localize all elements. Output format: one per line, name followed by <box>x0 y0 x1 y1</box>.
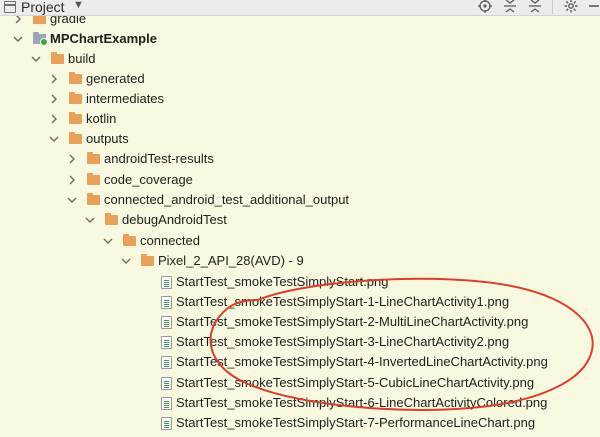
folder-icon <box>105 213 118 225</box>
collapse-all-icon[interactable] <box>527 0 543 14</box>
chevron-right-icon[interactable] <box>49 113 59 125</box>
toolbar-separator <box>552 0 553 14</box>
tree-item-connected[interactable]: connected <box>0 231 600 251</box>
image-file-icon <box>161 316 172 329</box>
folder-icon <box>87 193 100 205</box>
folder-icon <box>123 234 136 246</box>
minimize-icon[interactable] <box>586 0 600 14</box>
folder-icon <box>69 92 82 104</box>
image-file-icon <box>161 296 172 309</box>
tree-item-androidtest-results[interactable]: androidTest-results <box>0 149 600 169</box>
tree-item-build[interactable]: build <box>0 49 600 69</box>
tree-item-label: StartTest_smokeTestSimplyStart-5-CubicLi… <box>176 375 535 390</box>
image-file-icon <box>161 377 172 390</box>
expand-all-icon[interactable] <box>502 0 518 14</box>
chevron-right-icon[interactable] <box>67 174 77 186</box>
folder-icon <box>87 152 100 164</box>
view-selector-caret[interactable]: ▼ <box>73 0 84 11</box>
chevron-right-icon[interactable] <box>49 93 59 105</box>
tree-item-file[interactable]: StartTest_smokeTestSimplyStart-5-CubicLi… <box>0 373 600 393</box>
tree-item-label: outputs <box>86 131 129 146</box>
chevron-down-icon[interactable] <box>67 194 77 206</box>
chevron-down-icon[interactable] <box>31 53 41 65</box>
tree-item-file[interactable]: StartTest_smokeTestSimplyStart-1-LineCha… <box>0 292 600 312</box>
project-view-icon <box>4 1 16 13</box>
image-file-icon <box>161 356 172 369</box>
tree-item-file[interactable]: StartTest_smokeTestSimplyStart-2-MultiLi… <box>0 312 600 332</box>
chevron-down-icon[interactable] <box>121 255 131 267</box>
tree-item-code-coverage[interactable]: code_coverage <box>0 170 600 190</box>
tree-item-file[interactable]: StartTest_smokeTestSimplyStart-7-Perform… <box>0 413 600 433</box>
folder-icon <box>69 132 82 144</box>
tree-item-file[interactable]: StartTest_smokeTestSimplyStart-3-LineCha… <box>0 332 600 352</box>
folder-icon <box>69 72 82 84</box>
folder-icon <box>141 254 154 266</box>
chevron-down-icon[interactable] <box>13 33 23 45</box>
tree-item-mpchartexample[interactable]: MPChartExample <box>0 29 600 49</box>
tree-item-label: StartTest_smokeTestSimplyStart.png <box>176 274 389 289</box>
tree-item-label: StartTest_smokeTestSimplyStart-6-LineCha… <box>176 395 548 410</box>
tree-item-kotlin[interactable]: kotlin <box>0 109 600 129</box>
tree-item-label: StartTest_smokeTestSimplyStart-1-LineCha… <box>176 294 510 309</box>
chevron-right-icon[interactable] <box>49 73 59 85</box>
image-file-icon <box>161 276 172 289</box>
tree-item-label: androidTest-results <box>104 151 214 166</box>
tree-item-label: StartTest_smokeTestSimplyStart-4-Inverte… <box>176 354 548 369</box>
tree-item-outputs[interactable]: outputs <box>0 129 600 149</box>
folder-icon <box>87 173 100 185</box>
folder-icon <box>51 52 64 64</box>
tree-item-label: debugAndroidTest <box>122 212 227 227</box>
tree-item-label: MPChartExample <box>50 31 157 46</box>
tree-item-connected-android-test-additional-output[interactable]: connected_android_test_additional_output <box>0 190 600 210</box>
locate-icon[interactable] <box>477 0 493 14</box>
tree-item-label: build <box>68 51 96 66</box>
tree-item-label: code_coverage <box>104 172 193 187</box>
chevron-right-icon[interactable] <box>67 153 77 165</box>
chevron-down-icon[interactable] <box>49 133 59 145</box>
tree-item-debugandroidtest[interactable]: debugAndroidTest <box>0 210 600 230</box>
tree-item-file[interactable]: StartTest_smokeTestSimplyStart-4-Inverte… <box>0 352 600 372</box>
tree-item-label: generated <box>86 71 145 86</box>
tree-item-label: kotlin <box>86 111 117 126</box>
chevron-down-icon[interactable] <box>103 235 113 247</box>
tree-item-file[interactable]: StartTest_smokeTestSimplyStart-6-LineCha… <box>0 393 600 413</box>
tree-item-intermediates[interactable]: intermediates <box>0 89 600 109</box>
image-file-icon <box>161 417 172 430</box>
chevron-down-icon[interactable] <box>85 214 95 226</box>
tree-item-label: Pixel_2_API_28(AVD) - 9 <box>158 253 304 268</box>
tree-item-pixel-2-api-28[interactable]: Pixel_2_API_28(AVD) - 9 <box>0 251 600 271</box>
tree-item-label: intermediates <box>86 91 165 106</box>
tree-item-label: StartTest_smokeTestSimplyStart-3-LineCha… <box>176 334 510 349</box>
module-folder-icon <box>33 32 48 46</box>
image-file-icon <box>161 336 172 349</box>
tree-item-file[interactable]: StartTest_smokeTestSimplyStart.png <box>0 272 600 292</box>
image-file-icon <box>161 397 172 410</box>
tree-item-label: StartTest_smokeTestSimplyStart-7-Perform… <box>176 415 536 430</box>
tree-item-generated[interactable]: generated <box>0 69 600 89</box>
project-tree: gradle MPChartExample build generated in… <box>0 0 600 437</box>
tree-item-label: StartTest_smokeTestSimplyStart-2-MultiLi… <box>176 314 529 329</box>
project-view-title[interactable]: Project <box>21 0 65 15</box>
tree-item-label: connected_android_test_additional_output <box>104 192 350 207</box>
tree-item-label: connected <box>140 233 200 248</box>
settings-icon[interactable] <box>563 0 579 14</box>
folder-icon <box>69 112 82 124</box>
project-tool-window-header: Project ▼ <box>0 0 600 16</box>
